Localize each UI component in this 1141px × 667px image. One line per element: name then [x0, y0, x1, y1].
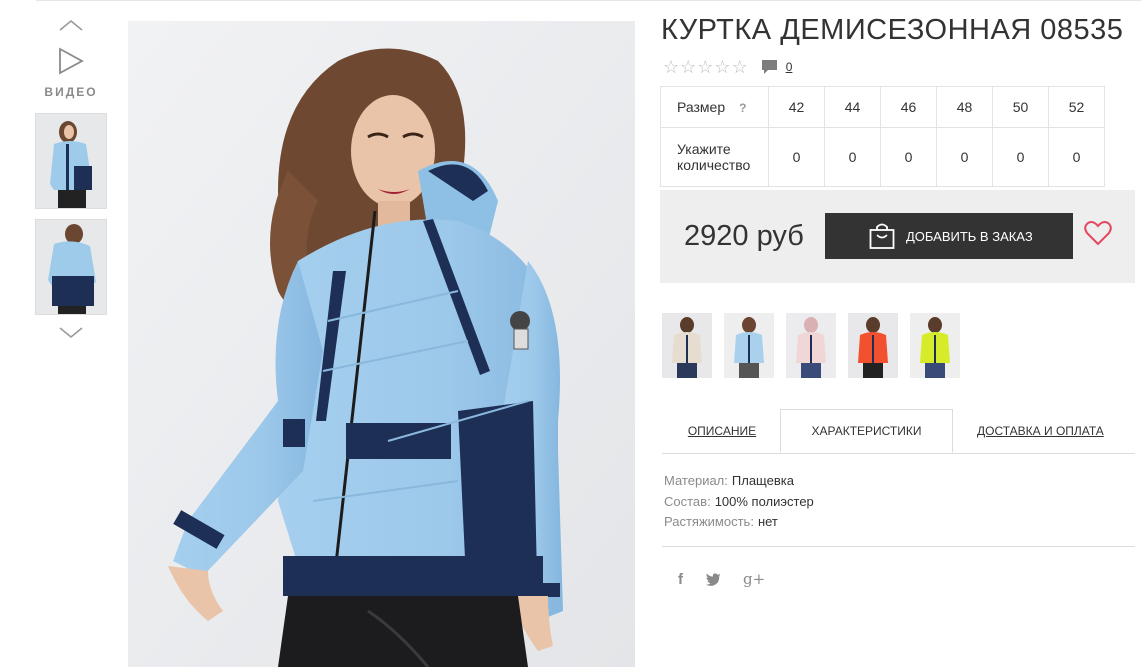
property-row: Растяжимость: нет	[664, 512, 814, 533]
size-cell: 44	[824, 86, 881, 128]
rating-row: ☆ ☆ ☆ ☆ ☆ 0	[663, 58, 792, 76]
product-title: КУРТКА ДЕМИСЕЗОННАЯ 08535	[661, 14, 1124, 46]
chevron-up-icon[interactable]	[58, 18, 84, 32]
size-quantity-table: Размер? 42 44 46 48 50 52 Укажите количе…	[660, 86, 1105, 187]
color-variant-pink[interactable]	[786, 313, 836, 378]
tab-description[interactable]: ОПИСАНИЕ	[662, 409, 782, 453]
quantity-input[interactable]: 0	[768, 127, 825, 187]
color-variant-lime[interactable]	[910, 313, 960, 378]
price: 2920 руб	[684, 220, 804, 252]
star-icon[interactable]: ☆	[697, 58, 713, 76]
size-cell: 52	[1048, 86, 1105, 128]
play-icon	[59, 47, 84, 75]
comments-count-link[interactable]: 0	[786, 60, 793, 74]
thumbnail-back[interactable]	[35, 219, 107, 315]
video-button[interactable]: ВИДЕО	[34, 46, 108, 99]
quantity-header: Укажите количество	[660, 127, 769, 187]
chevron-down-icon[interactable]	[58, 325, 84, 339]
size-cell: 48	[936, 86, 993, 128]
star-icon[interactable]: ☆	[732, 58, 748, 76]
section-divider	[662, 546, 1135, 547]
video-label: ВИДЕО	[44, 85, 98, 99]
add-to-order-label: ДОБАВИТЬ В ЗАКАЗ	[906, 228, 1033, 244]
gallery-thumbnails: ВИДЕО	[34, 18, 108, 339]
heart-icon[interactable]	[1084, 220, 1112, 246]
property-row: Состав: 100% полиэстер	[664, 492, 814, 513]
shopping-bag-icon	[869, 223, 895, 249]
property-label: Растяжимость:	[664, 514, 754, 529]
quantity-input[interactable]: 0	[1048, 127, 1105, 187]
quantity-input[interactable]: 0	[936, 127, 993, 187]
main-product-image[interactable]	[128, 21, 635, 667]
quantity-input[interactable]: 0	[992, 127, 1049, 187]
price-box: 2920 руб ДОБАВИТЬ В ЗАКАЗ	[660, 190, 1135, 283]
star-icon[interactable]: ☆	[714, 58, 730, 76]
top-divider	[36, 0, 1141, 1]
google-plus-icon[interactable]: g+	[743, 570, 765, 588]
comment-icon[interactable]	[761, 59, 778, 75]
add-to-order-button[interactable]: ДОБАВИТЬ В ЗАКАЗ	[825, 213, 1073, 259]
size-cell: 50	[992, 86, 1049, 128]
product-properties: Материал: Плащевка Состав: 100% полиэстер …	[664, 471, 814, 533]
size-header: Размер?	[660, 86, 769, 128]
property-row: Материал: Плащевка	[664, 471, 814, 492]
property-value: нет	[757, 514, 778, 529]
quantity-input[interactable]: 0	[824, 127, 881, 187]
size-cell: 46	[880, 86, 937, 128]
color-variants	[662, 313, 972, 378]
size-label: Размер	[677, 99, 726, 115]
size-help-icon[interactable]: ?	[739, 101, 746, 115]
size-cell: 42	[768, 86, 825, 128]
property-value: 100% полиэстер	[714, 493, 814, 509]
star-icon[interactable]: ☆	[663, 58, 679, 76]
twitter-icon[interactable]	[705, 572, 721, 586]
color-variant-red[interactable]	[848, 313, 898, 378]
social-share: f g+	[678, 570, 787, 588]
thumbnail-front[interactable]	[35, 113, 107, 209]
facebook-icon[interactable]: f	[678, 571, 683, 588]
product-tabs: ОПИСАНИЕ ХАРАКТЕРИСТИКИ ДОСТАВКА И ОПЛАТ…	[662, 409, 1135, 454]
tab-delivery[interactable]: ДОСТАВКА И ОПЛАТА	[957, 409, 1137, 453]
quantity-input[interactable]: 0	[880, 127, 937, 187]
color-variant-beige[interactable]	[662, 313, 712, 378]
star-icon[interactable]: ☆	[680, 58, 696, 76]
property-value: Плащевка	[731, 473, 794, 488]
tab-characteristics[interactable]: ХАРАКТЕРИСТИКИ	[780, 409, 953, 453]
color-variant-light-blue[interactable]	[724, 313, 774, 378]
tabs-divider	[662, 453, 1135, 454]
property-label: Материал:	[664, 473, 728, 488]
property-label: Состав:	[664, 493, 711, 509]
